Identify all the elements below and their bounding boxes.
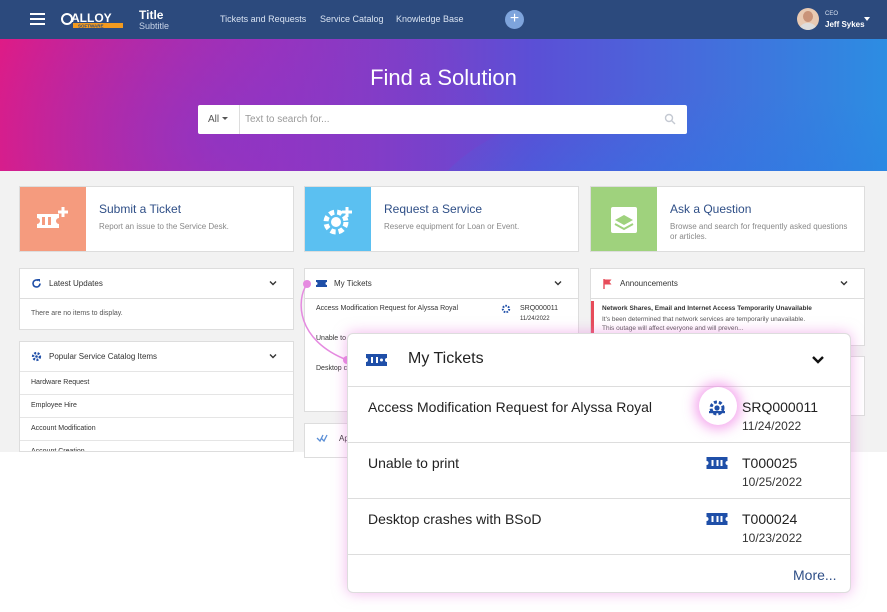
ticket-row-title[interactable]: Access Modification Request for Alyssa R… — [316, 305, 458, 312]
nav-tickets-and-requests[interactable]: Tickets and Requests — [220, 14, 306, 24]
svg-text:SOFTWARE: SOFTWARE — [78, 24, 104, 29]
chevron-down-icon[interactable] — [554, 279, 562, 287]
ask-question-desc: Browse and search for frequently asked q… — [670, 222, 848, 241]
list-item[interactable]: Account Creation — [20, 440, 293, 451]
hamburger-menu-icon[interactable] — [30, 13, 45, 25]
my-tickets-header[interactable]: My Tickets — [348, 334, 850, 387]
ticket-icon — [20, 187, 86, 251]
chevron-down-icon[interactable] — [840, 279, 848, 287]
user-name[interactable]: Jeff Sykes — [825, 20, 865, 29]
submit-ticket-card[interactable]: Submit a Ticket Report an issue to the S… — [19, 186, 294, 252]
ask-question-card[interactable]: Ask a Question Browse and search for fre… — [590, 186, 865, 252]
list-item[interactable]: Hardware Request — [20, 371, 293, 394]
ticket-date: 11/24/2022 — [742, 419, 802, 433]
request-service-desc: Reserve equipment for Loan or Event. — [384, 222, 520, 231]
list-item[interactable]: Employee Hire — [20, 394, 293, 417]
dropdown-caret-icon — [222, 117, 229, 120]
gear-icon — [31, 351, 42, 362]
more-link[interactable]: More... — [793, 567, 837, 583]
ticket-icon — [316, 280, 327, 287]
popular-catalog-title: Popular Service Catalog Items — [49, 352, 158, 361]
ticket-icon — [366, 354, 387, 366]
announcement-priority-bar — [591, 301, 594, 333]
ticket-id: SRQ000011 — [742, 399, 819, 415]
ticket-date: 10/25/2022 — [742, 475, 803, 489]
user-role: CEO — [825, 11, 839, 17]
ticket-title: Access Modification Request for Alyssa R… — [368, 399, 653, 415]
my-tickets-small-title: My Tickets — [334, 279, 372, 288]
popular-catalog-header[interactable]: Popular Service Catalog Items — [20, 342, 293, 372]
ticket-id: T000025 — [742, 455, 798, 471]
table-row[interactable]: Access Modification Request for Alyssa R… — [348, 387, 850, 443]
ticket-row-date: 11/24/2022 — [520, 316, 550, 322]
request-service-card[interactable]: Request a Service Reserve equipment for … — [304, 186, 579, 252]
checkmark-icon — [316, 434, 328, 443]
announcement-text: This outage will affect everyone and wil… — [602, 325, 744, 332]
ask-question-title: Ask a Question — [670, 202, 752, 216]
latest-updates-header[interactable]: Latest Updates — [20, 269, 293, 299]
top-navigation-bar: ALLOY SOFTWARE Title Subtitle Tickets an… — [0, 0, 887, 39]
announcement-title: Network Shares, Email and Internet Acces… — [602, 305, 812, 312]
ticket-row-id: SRQ000011 — [520, 305, 559, 312]
my-tickets-title: My Tickets — [408, 350, 484, 367]
hero-banner: Find a Solution All — [0, 39, 887, 171]
announcements-title: Announcements — [620, 279, 678, 288]
ticket-id: T000024 — [742, 511, 798, 527]
ticket-row-title[interactable]: Unable to — [316, 335, 346, 342]
chevron-down-icon[interactable] — [269, 352, 277, 360]
hero-title: Find a Solution — [370, 65, 517, 90]
service-request-icon — [501, 304, 511, 314]
table-row[interactable]: Desktop crashes with BSoD T000024 10/23/… — [348, 499, 850, 555]
search-icon[interactable] — [664, 113, 676, 125]
alloy-software-logo[interactable]: ALLOY SOFTWARE — [61, 10, 125, 30]
service-request-icon — [709, 400, 725, 416]
chevron-down-icon[interactable] — [811, 355, 825, 365]
table-row[interactable]: Unable to print T000025 10/25/2022 — [348, 443, 850, 499]
ticket-row-title[interactable]: Desktop c — [316, 365, 347, 372]
search-bar: All — [198, 105, 687, 134]
latest-updates-empty: There are no items to display. — [31, 310, 123, 317]
my-tickets-small-header[interactable]: My Tickets — [305, 269, 578, 299]
user-menu-caret-icon[interactable] — [864, 17, 870, 21]
add-new-button[interactable]: + — [505, 10, 524, 29]
submit-ticket-desc: Report an issue to the Service Desk. — [99, 222, 229, 231]
refresh-icon — [32, 279, 41, 288]
search-input[interactable] — [241, 109, 641, 130]
latest-updates-title: Latest Updates — [49, 279, 103, 288]
ticket-date: 10/23/2022 — [742, 531, 803, 545]
request-service-title: Request a Service — [384, 202, 483, 216]
latest-updates-panel: Latest Updates There are no items to dis… — [19, 268, 294, 330]
nav-service-catalog[interactable]: Service Catalog — [320, 14, 384, 24]
ticket-title: Unable to print — [368, 455, 460, 471]
search-scope-label: All — [208, 114, 220, 125]
app-subtitle: Subtitle — [139, 21, 170, 31]
submit-ticket-title: Submit a Ticket — [99, 202, 182, 216]
search-scope-dropdown[interactable]: All — [198, 105, 240, 134]
flag-icon — [603, 279, 612, 289]
ticket-icon — [706, 513, 728, 525]
my-tickets-callout-card: My Tickets Access Modification Request f… — [347, 333, 851, 593]
announcement-text: It's been determined that network servic… — [602, 316, 806, 323]
avatar[interactable] — [797, 8, 819, 30]
nav-knowledge-base[interactable]: Knowledge Base — [396, 14, 464, 24]
chevron-down-icon[interactable] — [269, 279, 277, 287]
announcements-header[interactable]: Announcements — [591, 269, 864, 299]
list-item[interactable]: Account Modification — [20, 417, 293, 440]
ticket-title: Desktop crashes with BSoD — [368, 511, 542, 527]
popular-catalog-panel: Popular Service Catalog Items Hardware R… — [19, 341, 294, 452]
service-request-icon — [305, 187, 371, 251]
ticket-icon — [706, 457, 728, 469]
book-icon — [591, 187, 657, 251]
